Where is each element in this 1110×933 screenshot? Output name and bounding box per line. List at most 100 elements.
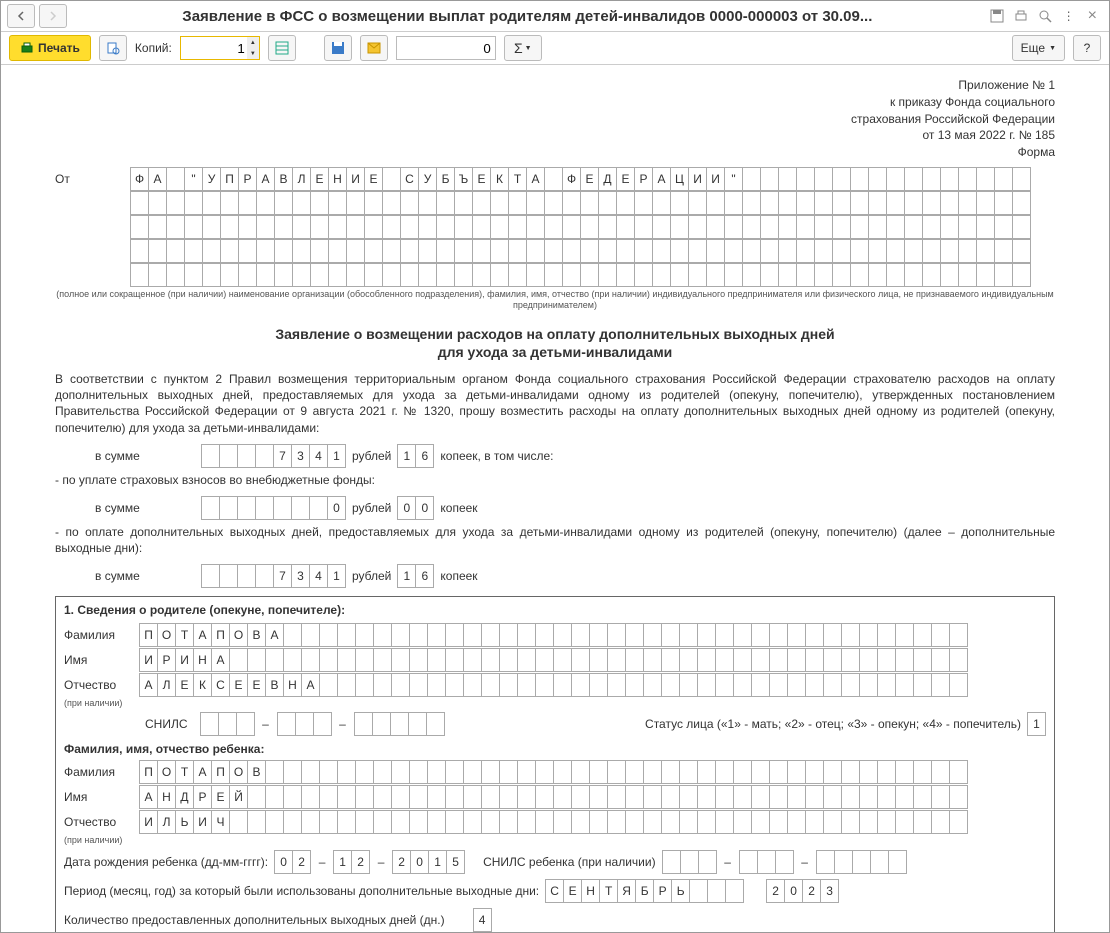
grid-cell xyxy=(355,760,374,784)
grid-cell xyxy=(625,810,644,834)
grid-cell: 2 xyxy=(292,850,311,874)
document-scroll[interactable]: Приложение № 1 к приказу Фонда социально… xyxy=(1,65,1109,932)
grid-cell xyxy=(301,785,320,809)
grid-cell xyxy=(877,785,896,809)
grid-cell xyxy=(319,623,338,647)
grid-cell xyxy=(535,623,554,647)
grid-cell xyxy=(616,239,635,263)
grid-cell xyxy=(868,215,887,239)
grid-cell xyxy=(670,215,689,239)
grid-cell: П xyxy=(211,623,230,647)
grid-cell xyxy=(571,760,590,784)
grid-cell xyxy=(787,760,806,784)
grid-cell xyxy=(715,648,734,672)
grid-cell xyxy=(940,215,959,239)
grid-cell xyxy=(904,263,923,287)
grid-cell xyxy=(679,648,698,672)
grid-cell xyxy=(823,673,842,697)
grid-cell xyxy=(526,215,545,239)
grid-cell xyxy=(364,191,383,215)
grid-cell xyxy=(517,648,536,672)
grid-cell xyxy=(517,760,536,784)
more-button[interactable]: Еще▼ xyxy=(1012,35,1065,61)
toolbar: Печать Копий: ▲▼ Σ▼ Еще▼ ? xyxy=(1,32,1109,65)
grid-cell: Т xyxy=(175,760,194,784)
grid-cell xyxy=(400,215,419,239)
grid-cell xyxy=(408,712,427,736)
grid-cell xyxy=(733,623,752,647)
grid-cell xyxy=(697,785,716,809)
grid-cell xyxy=(859,760,878,784)
save-icon[interactable] xyxy=(988,7,1006,25)
grid-cell: А xyxy=(211,648,230,672)
grid-cell: Ь xyxy=(175,810,194,834)
grid-cell xyxy=(499,623,518,647)
grid-cell: 2 xyxy=(766,879,785,903)
child-subtitle: Фамилия, имя, отчество ребенка: xyxy=(64,742,1046,756)
grid-cell xyxy=(742,215,761,239)
grid-cell xyxy=(870,850,889,874)
grid-cell xyxy=(697,760,716,784)
grid-cell xyxy=(400,239,419,263)
table-button[interactable] xyxy=(268,35,296,61)
nav-forward-button[interactable] xyxy=(39,4,67,28)
grid-cell xyxy=(218,712,237,736)
nav-back-button[interactable] xyxy=(7,4,35,28)
grid-cell xyxy=(337,810,356,834)
grid-cell xyxy=(481,648,500,672)
grid-cell xyxy=(697,623,716,647)
grid-cell xyxy=(382,167,401,191)
grid-cell xyxy=(310,215,329,239)
grid-cell xyxy=(184,191,203,215)
print-button[interactable]: Печать xyxy=(9,35,91,61)
diskette-button[interactable] xyxy=(324,35,352,61)
grid-cell xyxy=(958,167,977,191)
grid-cell xyxy=(958,239,977,263)
number-input[interactable] xyxy=(396,36,496,60)
grid-cell xyxy=(733,810,752,834)
grid-cell xyxy=(354,712,373,736)
kebab-icon[interactable]: ⋮ xyxy=(1060,7,1078,25)
grid-cell xyxy=(589,810,608,834)
grid-cell xyxy=(940,239,959,263)
grid-cell xyxy=(553,810,572,834)
grid-cell xyxy=(859,810,878,834)
grid-cell xyxy=(922,215,941,239)
grid-cell xyxy=(391,623,410,647)
preview-icon[interactable] xyxy=(1036,7,1054,25)
grid-cell xyxy=(662,850,681,874)
grid-cell xyxy=(391,760,410,784)
close-button[interactable]: × xyxy=(1082,7,1103,25)
help-button[interactable]: ? xyxy=(1073,35,1101,61)
grid-cell xyxy=(841,810,860,834)
grid-cell xyxy=(454,239,473,263)
sigma-button[interactable]: Σ▼ xyxy=(504,35,542,61)
grid-cell: 1 xyxy=(1027,712,1046,736)
grid-cell xyxy=(553,623,572,647)
grid-cell xyxy=(220,239,239,263)
grid-cell xyxy=(319,673,338,697)
grid-cell: Р xyxy=(157,648,176,672)
grid-cell xyxy=(841,760,860,784)
grid-cell xyxy=(409,623,428,647)
grid-cell: Л xyxy=(292,167,311,191)
grid-cell: Н xyxy=(193,648,212,672)
grid-cell xyxy=(517,810,536,834)
grid-cell xyxy=(940,263,959,287)
grid-cell xyxy=(202,215,221,239)
grid-cell xyxy=(508,191,527,215)
grid-cell xyxy=(445,623,464,647)
copies-up[interactable]: ▲ xyxy=(247,37,259,48)
grid-cell xyxy=(949,623,968,647)
grid-cell: П xyxy=(139,760,158,784)
child-dob-row: Дата рождения ребенка (дд-мм-гггг): 02– … xyxy=(64,850,1046,874)
grid-cell xyxy=(202,239,221,263)
copies-down[interactable]: ▼ xyxy=(247,48,259,59)
print-icon[interactable] xyxy=(1012,7,1030,25)
grid-cell xyxy=(220,215,239,239)
grid-cell xyxy=(698,850,717,874)
mail-button[interactable] xyxy=(360,35,388,61)
grid-cell xyxy=(382,215,401,239)
grid-cell xyxy=(265,810,284,834)
print-preview-button[interactable] xyxy=(99,35,127,61)
